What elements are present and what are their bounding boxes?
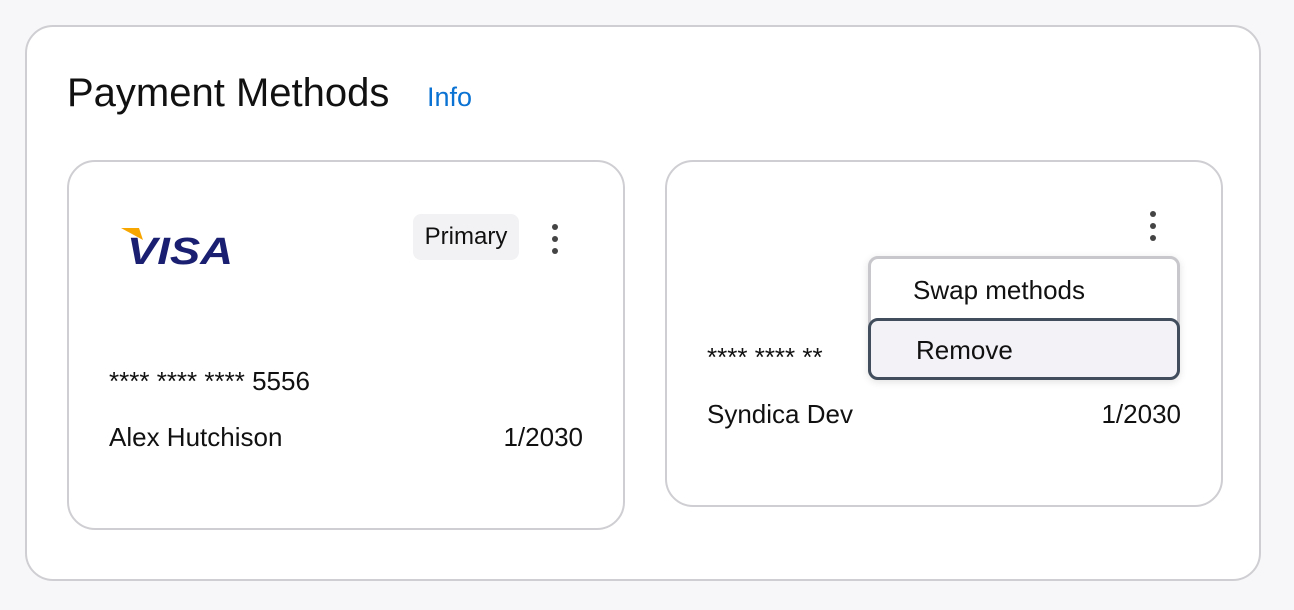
visa-logo: VISA	[121, 228, 233, 270]
card-expiry: 1/2030	[503, 422, 583, 452]
kebab-menu-icon[interactable]	[540, 218, 570, 260]
visa-logo-text: VISA	[127, 231, 233, 270]
menu-item-swap-methods[interactable]: Swap methods	[871, 261, 1177, 319]
card-holder-name: Alex Hutchison	[109, 422, 283, 452]
payment-card-primary: VISA Primary **** **** **** 5556 Alex Hu…	[67, 160, 625, 530]
card-number: **** **** **	[707, 342, 823, 372]
card-expiry: 1/2030	[1101, 399, 1181, 429]
page-title: Payment Methods	[67, 71, 390, 115]
info-link[interactable]: Info	[427, 82, 472, 112]
card-actions-menu: Swap methods Remove	[868, 256, 1180, 380]
primary-badge: Primary	[413, 214, 519, 260]
card-number: **** **** **** 5556	[109, 366, 310, 396]
menu-item-remove[interactable]: Remove	[868, 318, 1180, 380]
kebab-menu-icon[interactable]	[1138, 205, 1168, 247]
card-holder-name: Syndica Dev	[707, 399, 853, 429]
